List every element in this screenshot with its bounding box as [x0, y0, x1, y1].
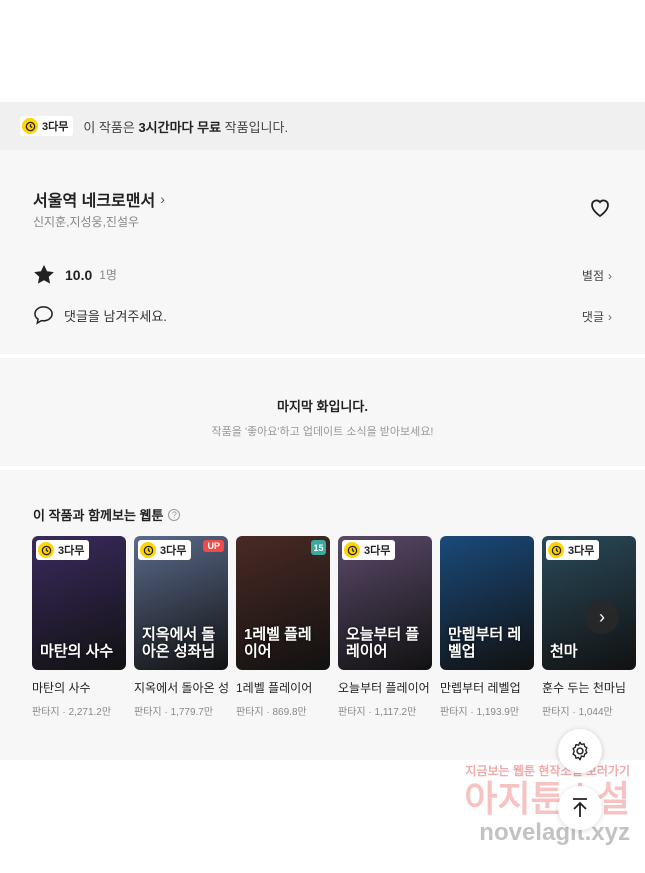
- recommend-section: 이 작품과 함께보는 웹툰 ? 3다무 마탄의 사수 마탄의 사수 판타지 · 2,2…: [0, 470, 645, 760]
- last-episode-heading: 마지막 화입니다.: [277, 399, 368, 414]
- thumbnail-art-title: 마탄의 사수: [40, 642, 114, 660]
- gear-icon: [572, 741, 588, 761]
- age-rating-badge: 15: [311, 540, 326, 555]
- recommend-card[interactable]: 만렙부터 레벨업 만렙부터 레벨업 판타지 · 1,193.9만: [440, 536, 534, 718]
- thumbnail-art-title: 오늘부터 플레이어: [346, 626, 420, 660]
- free-badge-label: 3다무: [42, 121, 69, 133]
- recommend-card-meta: 판타지 · 2,271.2만: [32, 707, 112, 718]
- last-episode-sub: 작품을 '좋아요'하고 업데이트 소식을 받아보세요!: [211, 426, 434, 438]
- recommend-title-text: 이 작품과 함께보는 웹툰: [33, 508, 164, 523]
- view-count: 1,044만: [578, 707, 613, 718]
- clock-icon: [38, 542, 54, 558]
- thumbnail-art-title: 1레벨 플레이어: [244, 626, 312, 660]
- recommend-card-meta: 판타지 · 1,044만: [542, 707, 613, 718]
- star-icon: [34, 264, 54, 284]
- genre: 판타지: [236, 707, 264, 718]
- comment-bubble-icon: [34, 306, 53, 325]
- recommend-thumbnail: 3다무천마: [542, 536, 636, 670]
- free-badge: 3다무: [138, 540, 192, 560]
- rating-count: 1명: [99, 268, 117, 282]
- rating-row: 10.0 1명: [33, 264, 117, 285]
- chevron-right-icon: ›: [608, 268, 612, 283]
- free-badge: 3다무: [20, 116, 74, 136]
- genre: 판타지: [440, 707, 468, 718]
- comment-link[interactable]: 댓글 ›: [582, 308, 612, 325]
- chevron-right-icon: ›: [608, 309, 612, 324]
- notice-text-pre: 이 작품은: [83, 119, 139, 135]
- comment-prompt-row[interactable]: 댓글을 남겨주세요.: [33, 305, 167, 325]
- settings-button[interactable]: [558, 729, 602, 773]
- watermark-line1: 지금보는 웹툰 현작소설 보러가기: [465, 764, 630, 778]
- recommend-thumbnail: 3다무오늘부터 플레이어: [338, 536, 432, 670]
- notice-text-bold: 3시간마다 무료: [138, 119, 222, 135]
- comment-prompt: 댓글을 남겨주세요.: [64, 308, 167, 324]
- work-authors: 신지훈,지성웅,진설우: [33, 215, 140, 229]
- recommend-card[interactable]: 3다무 오늘부터 플레이어 오늘부터 플레이어 판타지 · 1,117.2만: [338, 536, 432, 718]
- scroll-top-button[interactable]: [558, 786, 602, 830]
- view-count: 2,271.2만: [68, 707, 112, 718]
- work-title: 서울역 네크로맨서: [33, 193, 156, 210]
- top-blank-area: [0, 0, 645, 102]
- recommend-card[interactable]: 3다무 마탄의 사수 마탄의 사수 판타지 · 2,271.2만: [32, 536, 126, 718]
- recommend-thumbnail: 3다무마탄의 사수: [32, 536, 126, 670]
- view-count: 1,117.2만: [374, 707, 417, 718]
- up-badge: UP: [203, 540, 224, 552]
- work-title-link[interactable]: 서울역 네크로맨서 ›: [33, 187, 165, 211]
- recommend-card[interactable]: 3다무UP지옥에서 돌아온 성좌님지옥에서 돌아온 성좌님판타지 · 1,779…: [134, 536, 228, 718]
- view-count: 1,779.7만: [170, 707, 214, 718]
- recommend-card-meta: 판타지 · 1,779.7만: [134, 707, 214, 718]
- free-badge-label: 3다무: [568, 545, 595, 557]
- recommend-thumbnail: 만렙부터 레벨업: [440, 536, 534, 670]
- recommend-card-title: 1레벨 플레이어: [236, 681, 313, 695]
- genre: 판타지: [134, 707, 162, 718]
- free-notice-bar: 3다무 이 작품은 3시간마다 무료 작품입니다.: [0, 102, 645, 150]
- rating-link[interactable]: 별점 ›: [582, 267, 612, 284]
- genre: 판타지: [542, 707, 570, 718]
- arrow-up-icon: [573, 798, 587, 817]
- view-count: 869.8만: [272, 707, 307, 718]
- free-badge: 3다무: [546, 540, 600, 560]
- thumbnail-art-title: 만렙부터 레벨업: [448, 626, 522, 660]
- recommend-card-title: 지옥에서 돌아온 성좌님: [134, 681, 228, 695]
- recommend-card-title: 만렙부터 레벨업: [440, 681, 521, 695]
- recommend-card-meta: 판타지 · 869.8만: [236, 707, 307, 718]
- free-badge-label: 3다무: [364, 545, 391, 557]
- rating-link-label: 별점: [581, 269, 604, 283]
- recommend-thumbnail: 15 1레벨 플레이어: [236, 536, 330, 670]
- free-badge: 3다무: [36, 540, 90, 560]
- clock-icon: [344, 542, 360, 558]
- chevron-right-icon: ›: [599, 606, 605, 627]
- free-badge: 3다무: [342, 540, 396, 560]
- comment-link-label: 댓글: [581, 310, 604, 324]
- watermark-line3: novelagit.xyz: [479, 819, 630, 846]
- help-icon[interactable]: ?: [168, 508, 181, 521]
- work-info-section: 서울역 네크로맨서 › 신지훈,지성웅,진설우 10.0 1명 별점 › 댓글을…: [0, 150, 645, 354]
- recommend-card-meta: 판타지 · 1,193.9만: [440, 707, 520, 718]
- recommend-card-meta: 판타지 · 1,117.2만: [338, 707, 417, 718]
- rating-score: 10.0: [65, 266, 93, 283]
- genre: 판타지: [32, 707, 60, 718]
- last-episode-section: 마지막 화입니다. 작품을 '좋아요'하고 업데이트 소식을 받아보세요!: [0, 358, 645, 466]
- thumbnail-art-title: 지옥에서 돌아온 성좌님: [142, 626, 216, 660]
- recommend-card[interactable]: 15 1레벨 플레이어 1레벨 플레이어판타지 · 869.8만: [236, 536, 330, 718]
- chevron-right-icon: ›: [160, 191, 165, 207]
- recommend-card-list: 3다무 마탄의 사수 마탄의 사수 판타지 · 2,271.2만 3다무 UP 지옥에서 돌…: [32, 536, 644, 718]
- carousel-next-button[interactable]: ›: [585, 600, 619, 634]
- recommend-card-title: 오늘부터 플레이어: [338, 681, 430, 695]
- free-badge-label: 3다무: [58, 545, 85, 557]
- clock-icon: [140, 542, 156, 558]
- heart-icon[interactable]: [588, 196, 612, 218]
- clock-icon: [22, 118, 38, 134]
- thumbnail-art-title: 천마: [550, 642, 578, 660]
- notice-text-post: 작품입니다.: [221, 119, 289, 135]
- recommend-card-title: 훈수 두는 천마님: [542, 681, 626, 695]
- recommend-thumbnail: 3다무 UP 지옥에서 돌아온 성좌님: [134, 536, 228, 670]
- recommend-title: 이 작품과 함께보는 웹툰 ?: [33, 505, 181, 524]
- view-count: 1,193.9만: [476, 707, 520, 718]
- clock-icon: [548, 542, 564, 558]
- free-badge-label: 3다무: [160, 545, 187, 557]
- watermark-line2: 아지툰소설: [464, 778, 630, 819]
- recommend-card-title: 마탄의 사수: [32, 681, 91, 695]
- genre: 판타지: [338, 707, 366, 718]
